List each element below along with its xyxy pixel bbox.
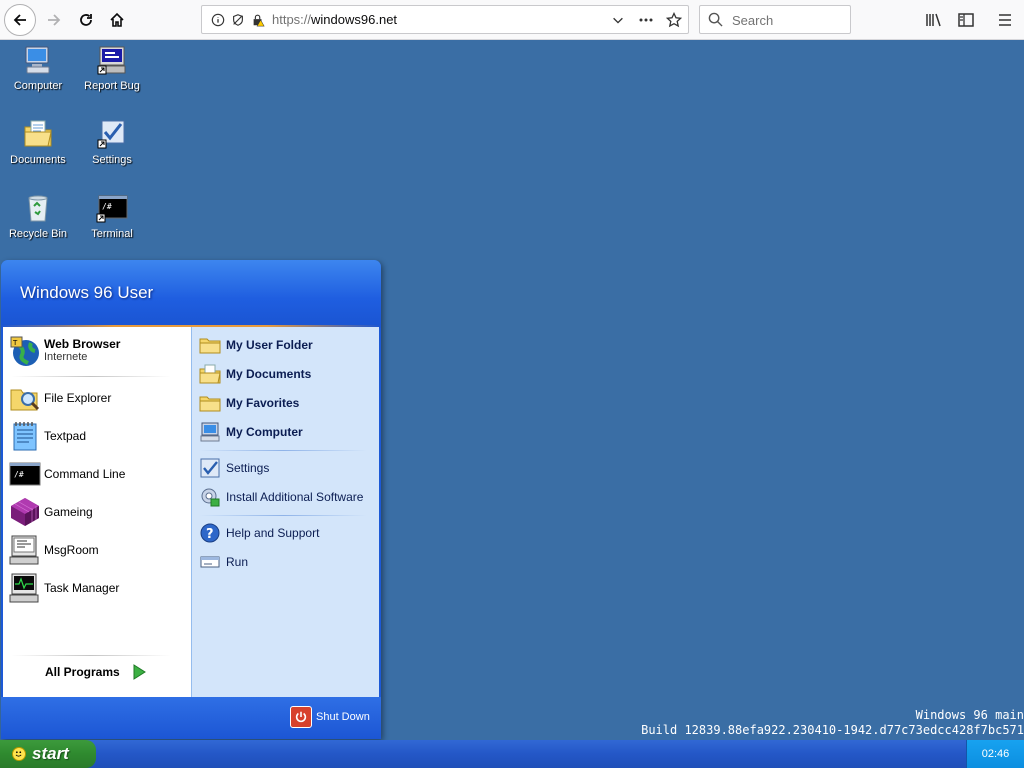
forward-button[interactable]: [38, 4, 70, 36]
start-item-my-computer[interactable]: My Computer: [199, 420, 375, 444]
report-bug-icon: [96, 44, 128, 76]
green-arrow-icon: [133, 664, 146, 680]
page-actions-icon[interactable]: [638, 12, 654, 28]
hamburger-menu-icon[interactable]: [993, 8, 1017, 32]
taskbar: start 02:46: [0, 740, 1024, 768]
start-item-my-documents[interactable]: My Documents: [199, 362, 375, 386]
start-item-install-software[interactable]: Install Additional Software: [199, 485, 375, 509]
svg-text:T: T: [12, 339, 18, 347]
start-button[interactable]: start: [0, 740, 96, 768]
web-browser-subtitle: Internete: [44, 351, 88, 363]
start-item-settings[interactable]: Settings: [199, 456, 375, 480]
documents-icon: [22, 118, 54, 150]
reload-icon: [80, 14, 92, 26]
web-browser-icon: T: [9, 335, 41, 367]
clock[interactable]: 02:46: [982, 748, 1010, 760]
file-explorer-icon: [9, 382, 41, 414]
back-arrow-icon: [13, 14, 26, 26]
desktop-icon-terminal[interactable]: /# Terminal: [74, 192, 150, 240]
start-item-my-user-folder[interactable]: My User Folder: [199, 333, 375, 357]
start-menu-header: Windows 96 User: [1, 260, 381, 325]
browser-toolbar: https://windows96.net Search: [0, 0, 1024, 40]
left-separator: [11, 376, 171, 377]
back-button[interactable]: [4, 4, 36, 36]
reload-button[interactable]: [70, 4, 102, 36]
build-line-1: Windows 96 main: [915, 708, 1024, 722]
start-item-web-browser[interactable]: T Web Browser Internete: [9, 333, 179, 369]
command-line-icon: /#: [9, 458, 41, 490]
left-separator-bottom: [11, 655, 171, 656]
start-item-my-favorites[interactable]: My Favorites: [199, 391, 375, 415]
start-item-run[interactable]: Run: [199, 550, 375, 574]
start-item-command-line[interactable]: /# Command Line: [9, 457, 179, 491]
library-icon[interactable]: [922, 8, 946, 32]
shutdown-button[interactable]: Shut Down: [290, 706, 370, 728]
build-line-2: Build 12839.88efa922.230410-1942.d77c73e…: [641, 723, 1024, 737]
folder-icon: [199, 334, 221, 356]
start-menu: Windows 96 User T Web Browser Internete …: [1, 260, 381, 739]
right-separator-2: [199, 515, 367, 516]
task-manager-icon: [9, 572, 41, 604]
bookmark-star-icon[interactable]: [666, 12, 682, 28]
power-icon: [290, 706, 312, 728]
url-text[interactable]: https://windows96.net: [272, 12, 397, 27]
terminal-icon: /#: [96, 192, 128, 224]
right-separator: [199, 450, 367, 451]
start-item-textpad[interactable]: Textpad: [9, 419, 179, 453]
system-tray: 02:46: [966, 740, 1024, 768]
search-placeholder: Search: [732, 13, 774, 28]
home-icon: [110, 12, 124, 27]
sidebar-icon[interactable]: [954, 8, 978, 32]
help-icon: ?: [199, 522, 221, 544]
search-icon: [708, 12, 723, 27]
msgroom-icon: [9, 534, 41, 566]
home-button[interactable]: [101, 4, 133, 36]
desktop-icon-settings[interactable]: Settings: [74, 118, 150, 166]
documents-folder-icon: [199, 363, 221, 385]
svg-text:?: ?: [206, 527, 214, 542]
run-icon: [199, 551, 221, 573]
forward-arrow-icon: [48, 14, 61, 26]
web-browser-title: Web Browser: [44, 337, 121, 351]
gameing-icon: [9, 496, 41, 528]
computer-icon: [199, 421, 221, 443]
build-info: Windows 96 main Build 12839.88efa922.230…: [641, 708, 1024, 738]
desktop-icon-documents[interactable]: Documents: [0, 118, 76, 166]
all-programs-button[interactable]: All Programs: [45, 663, 148, 681]
folder-icon: [199, 392, 221, 414]
svg-text:/#: /#: [14, 470, 24, 479]
user-name: Windows 96 User: [20, 283, 154, 302]
search-bar[interactable]: Search: [699, 5, 851, 34]
tracking-protection-icon[interactable]: [230, 12, 246, 28]
svg-text:/#: /#: [102, 202, 112, 211]
desktop-icon-recycle-bin[interactable]: Recycle Bin: [0, 192, 76, 240]
start-item-msgroom[interactable]: MsgRoom: [9, 533, 179, 567]
settings-icon: [96, 118, 128, 150]
desktop-icon-computer[interactable]: Computer: [0, 44, 76, 92]
url-bar[interactable]: https://windows96.net: [201, 5, 689, 34]
install-icon: [199, 486, 221, 508]
info-icon[interactable]: [210, 12, 226, 28]
start-item-file-explorer[interactable]: File Explorer: [9, 381, 179, 415]
settings-icon: [199, 457, 221, 479]
chevron-down-icon[interactable]: [610, 12, 626, 28]
start-item-help-support[interactable]: ? Help and Support: [199, 521, 375, 545]
desktop-icon-report-bug[interactable]: Report Bug: [74, 44, 150, 92]
smiley-logo-icon: [12, 747, 26, 761]
computer-icon: [22, 44, 54, 76]
start-item-gameing[interactable]: Gameing: [9, 495, 179, 529]
start-item-task-manager[interactable]: Task Manager: [9, 571, 179, 605]
textpad-icon: [9, 420, 41, 452]
recycle-bin-icon: [22, 192, 54, 224]
insecure-lock-icon[interactable]: [250, 12, 266, 28]
